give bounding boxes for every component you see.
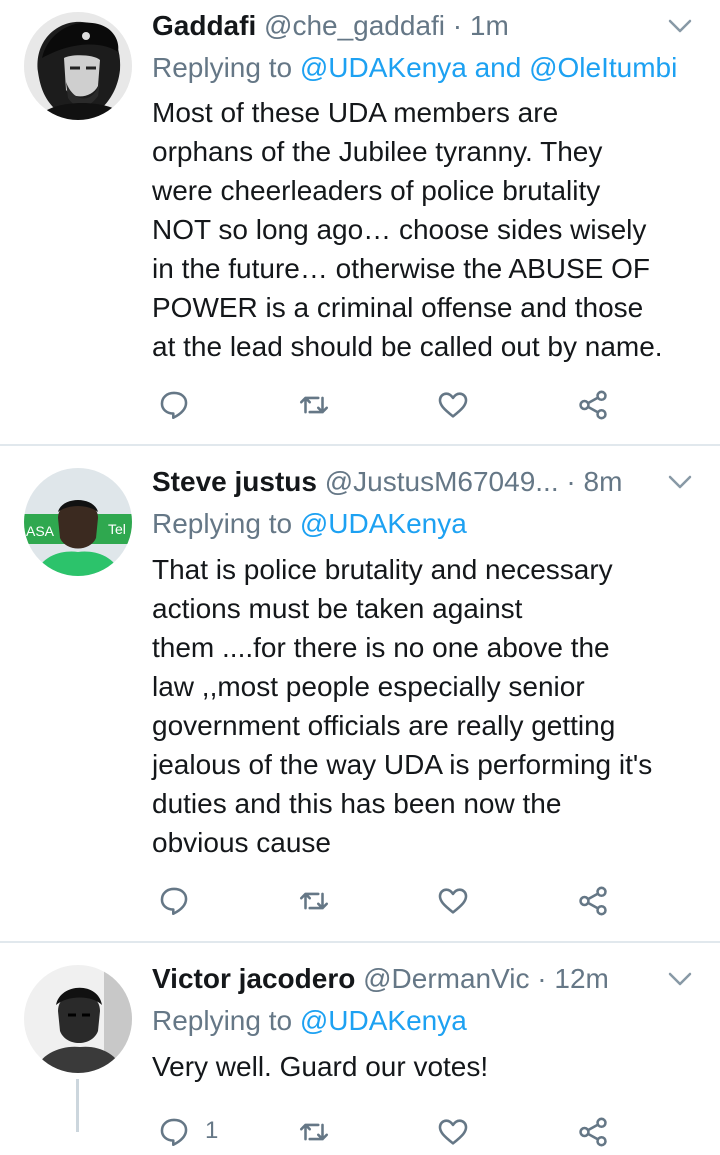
replying-to-label: Replying to <box>152 52 300 83</box>
mention-link[interactable]: @UDAKenya <box>300 1005 467 1036</box>
retweet-icon <box>299 892 329 910</box>
tweet-text-line: them ....for there is no one above the <box>152 632 610 663</box>
like-button[interactable] <box>436 884 476 924</box>
tweet-text-line: obvious cause <box>152 827 332 858</box>
tweet-text: Most of these UDA members are orphans of… <box>152 93 707 366</box>
avatar-portrait-image <box>24 965 132 1073</box>
reply-count: 1 <box>205 1117 219 1144</box>
retweet-button[interactable] <box>297 388 337 428</box>
tweet[interactable]: Victor jacodero @DermanVic · 12m Replyin… <box>0 943 720 1147</box>
tweet[interactable]: ASA Tel Steve justus @JustusM67049... · … <box>0 446 720 940</box>
like-button[interactable] <box>436 388 476 428</box>
replying-to-label: Replying to <box>152 1005 300 1036</box>
tweet-text-line: at the lead should be called out by name… <box>152 331 663 362</box>
tweet-header: Steve justus @JustusM67049... · 8m <box>152 462 660 502</box>
tweet-text-line: were cheerleaders of police brutality <box>152 175 601 206</box>
thread-line <box>76 1079 79 1132</box>
tweet-text-line: Most of these UDA members are <box>152 97 559 128</box>
svg-text:Tel: Tel <box>108 521 126 537</box>
retweet-button[interactable] <box>297 1115 337 1155</box>
tweet-text-line: That is police brutality and necessary <box>152 554 613 585</box>
replying-to: Replying to @UDAKenya and @OleItumbi <box>152 48 677 88</box>
share-icon <box>579 886 607 916</box>
retweet-button[interactable] <box>297 884 337 924</box>
like-button[interactable] <box>436 1115 476 1155</box>
user-handle[interactable]: @DermanVic <box>363 963 529 994</box>
tweet-actions <box>152 388 632 428</box>
tweet-text-line: government officials are really getting <box>152 710 616 741</box>
tweet-actions: 1 <box>152 1115 632 1155</box>
mention-link[interactable]: @UDAKenya <box>300 508 467 539</box>
display-name[interactable]: Gaddafi <box>152 10 256 41</box>
share-button[interactable] <box>576 884 616 924</box>
mention-link[interactable]: @UDAKenya and @OleItumbi <box>300 52 677 83</box>
like-icon <box>438 1119 468 1145</box>
tweet-text-line: orphans of the Jubilee tyranny. They <box>152 136 603 167</box>
retweet-icon <box>299 1123 329 1141</box>
tweet-text-line: jealous of the way UDA is performing it'… <box>152 749 653 780</box>
tweet[interactable]: Gaddafi @che_gaddafi · 1m Replying to @U… <box>0 0 720 444</box>
timestamp[interactable]: · 12m <box>530 963 609 994</box>
tweet-text: Very well. Guard our votes! <box>152 1047 707 1086</box>
reply-icon <box>160 887 188 916</box>
tweet-text-line: actions must be taken against <box>152 593 523 624</box>
chevron-down-icon[interactable] <box>666 959 694 999</box>
user-handle[interactable]: @JustusM67049... <box>325 466 559 497</box>
tweet-header: Gaddafi @che_gaddafi · 1m <box>152 6 660 46</box>
tweet-text-line: in the future… otherwise the ABUSE OF <box>152 253 651 284</box>
like-icon <box>438 392 468 418</box>
replying-to: Replying to @UDAKenya <box>152 504 467 544</box>
avatar-portrait-image: ASA Tel <box>24 468 132 576</box>
share-icon <box>579 1117 607 1147</box>
like-icon <box>438 888 468 914</box>
tweet-text-line: law ,,most people especially senior <box>152 671 585 702</box>
timestamp[interactable]: · 1m <box>445 10 509 41</box>
user-handle[interactable]: @che_gaddafi <box>264 10 445 41</box>
timestamp[interactable]: · 8m <box>559 466 622 497</box>
svg-text:ASA: ASA <box>26 523 55 539</box>
reply-icon <box>160 391 188 420</box>
display-name[interactable]: Steve justus <box>152 466 317 497</box>
avatar[interactable] <box>24 12 132 120</box>
reply-icon <box>160 1118 188 1147</box>
tweet-text-line: Very well. Guard our votes! <box>152 1051 489 1082</box>
share-button[interactable] <box>576 388 616 428</box>
tweet-text-line: NOT so long ago… choose sides wisely <box>152 214 647 245</box>
tweet-text: That is police brutality and necessary a… <box>152 550 707 862</box>
avatar[interactable] <box>24 965 132 1073</box>
tweet-text-line: POWER is a criminal offense and those <box>152 292 644 323</box>
reply-button[interactable]: 1 <box>157 1115 218 1155</box>
tweet-text-line: duties and this has been now the <box>152 788 562 819</box>
share-button[interactable] <box>576 1115 616 1155</box>
share-icon <box>579 390 607 420</box>
tweet-header: Victor jacodero @DermanVic · 12m <box>152 959 660 999</box>
replying-to-label: Replying to <box>152 508 300 539</box>
chevron-down-icon[interactable] <box>666 462 694 502</box>
chevron-down-icon[interactable] <box>666 6 694 46</box>
display-name[interactable]: Victor jacodero <box>152 963 355 994</box>
avatar[interactable]: ASA Tel <box>24 468 132 576</box>
reply-button[interactable] <box>157 884 197 924</box>
tweet-actions <box>152 884 632 924</box>
reply-button[interactable] <box>157 388 197 428</box>
avatar-portrait-image <box>24 12 132 120</box>
retweet-icon <box>299 396 329 414</box>
replying-to: Replying to @UDAKenya <box>152 1001 467 1041</box>
